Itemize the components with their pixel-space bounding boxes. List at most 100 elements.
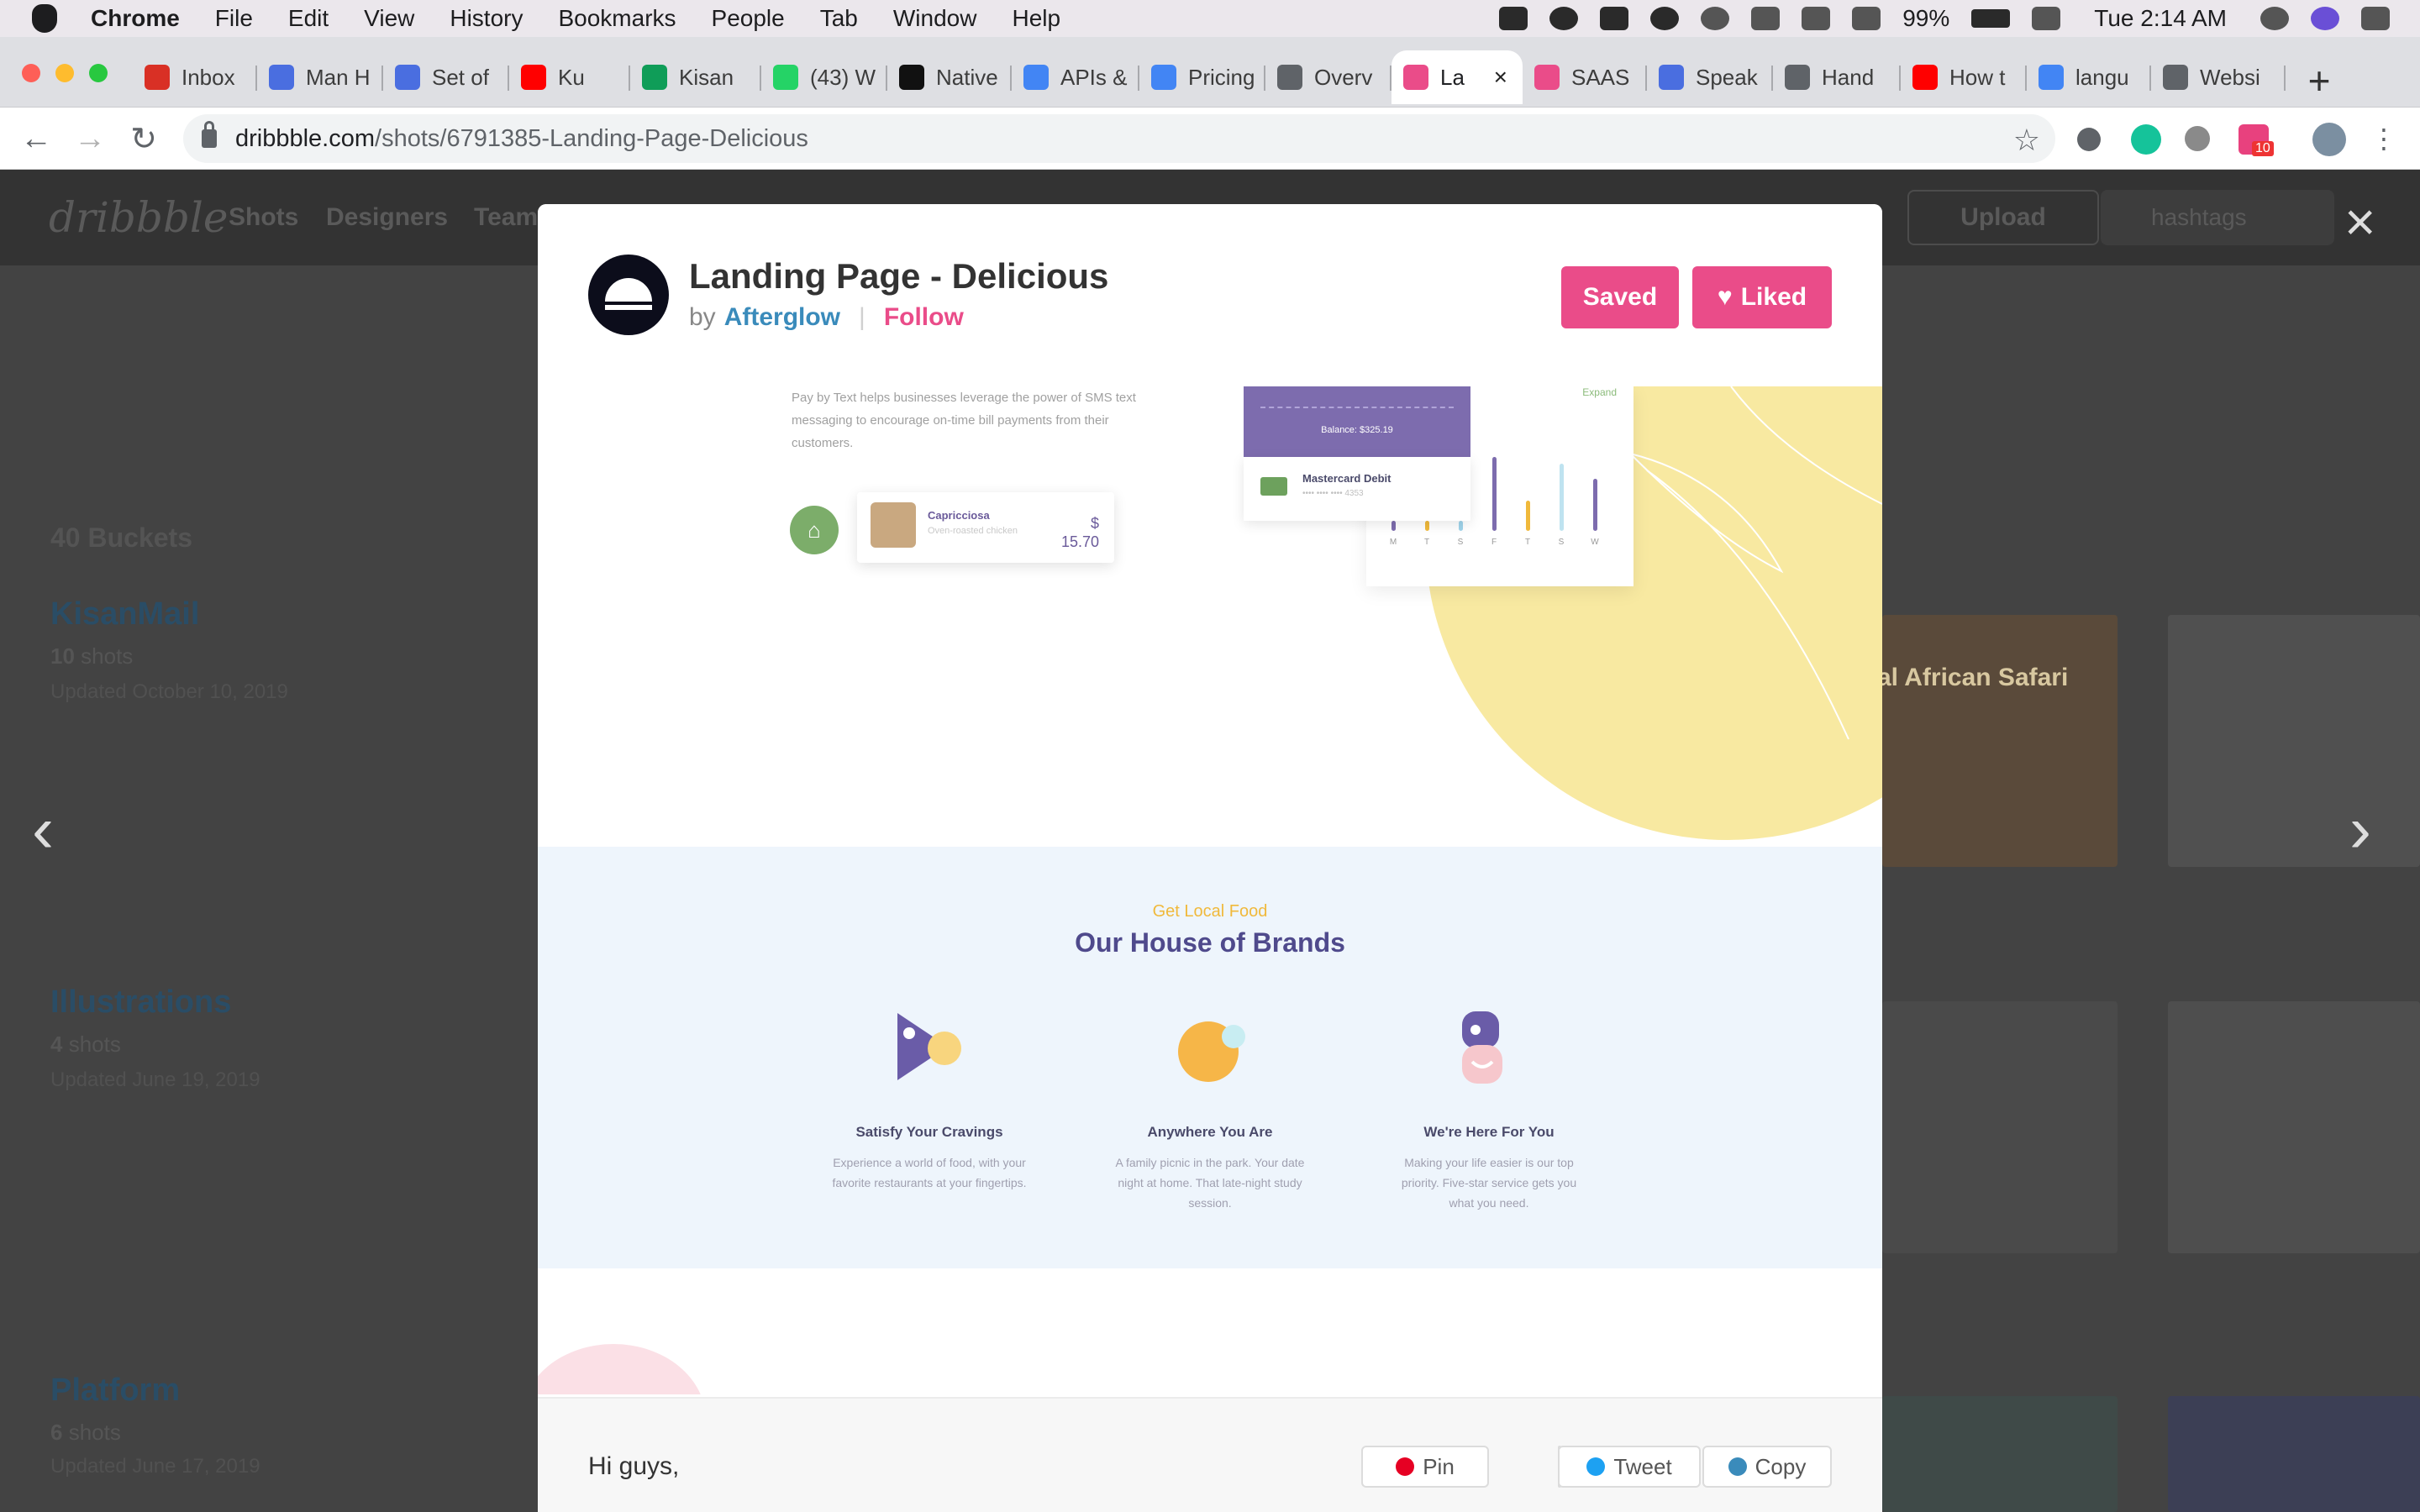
nav-shots[interactable]: Shots	[229, 203, 298, 232]
tab-43-w[interactable]: (43) W	[761, 50, 887, 104]
shot-thumbnail[interactable]	[2168, 1396, 2420, 1512]
tab-la[interactable]: La ×	[1392, 50, 1523, 104]
shot-thumbnail[interactable]	[1882, 1396, 2118, 1512]
more-menu-icon[interactable]: ⋮	[2365, 119, 2403, 158]
battery-icon[interactable]	[1971, 9, 2011, 28]
dish-description: Oven-roasted chicken	[928, 526, 1018, 536]
tab-kisan[interactable]: Kisan	[630, 50, 761, 104]
menu-window[interactable]: Window	[893, 5, 977, 32]
eject-icon[interactable]	[1802, 7, 1831, 30]
menu-edit[interactable]: Edit	[288, 5, 329, 32]
menu-people[interactable]: People	[712, 5, 785, 32]
reload-button[interactable]: ↻	[124, 119, 163, 158]
next-shot-arrow-icon[interactable]: ›	[2349, 791, 2371, 868]
tab-pricing[interactable]: Pricing	[1139, 50, 1265, 104]
window-close-button[interactable]	[22, 64, 40, 82]
tab-overv[interactable]: Overv	[1265, 50, 1392, 104]
profile-avatar[interactable]	[2312, 123, 2346, 156]
menu-file[interactable]: File	[215, 5, 253, 32]
cloud-sync-icon[interactable]	[1701, 7, 1730, 30]
shot-title: Landing Page - Delicious	[689, 256, 1109, 296]
upload-button[interactable]: Upload	[1907, 190, 2099, 245]
tab-langu[interactable]: langu	[2027, 50, 2151, 104]
close-icon[interactable]: ×	[2344, 195, 2375, 249]
menu-help[interactable]: Help	[1012, 5, 1060, 32]
menu-bookmarks[interactable]: Bookmarks	[558, 5, 676, 32]
extension-dark-icon[interactable]	[2077, 128, 2101, 151]
globe-icon	[1785, 65, 1810, 90]
notification-center-icon[interactable]	[2361, 7, 2390, 30]
tab-how-t[interactable]: How t	[1901, 50, 2027, 104]
tab-native[interactable]: Native	[887, 50, 1012, 104]
nav-designers[interactable]: Designers	[326, 203, 448, 232]
menu-view[interactable]: View	[364, 5, 414, 32]
saved-button[interactable]: Saved	[1561, 266, 1679, 328]
tab-inbox[interactable]: Inbox	[133, 50, 257, 104]
previous-shot-arrow-icon[interactable]: ‹	[32, 791, 54, 868]
tab-apis[interactable]: APIs &	[1012, 50, 1139, 104]
pin-button[interactable]: Pin	[1361, 1446, 1489, 1488]
bucket-unit: shots	[68, 1420, 121, 1445]
cloud-upload-icon[interactable]	[1650, 7, 1680, 30]
address-bar[interactable]: dribbble.com/shots/6791385-Landing-Page-…	[183, 114, 2055, 163]
bookmark-star-icon[interactable]: ☆	[2013, 123, 2040, 158]
shot-thumbnail[interactable]	[2168, 1001, 2420, 1253]
tab-title: Kisan	[679, 64, 734, 90]
tab-ku[interactable]: Ku	[509, 50, 630, 104]
window-maximize-button[interactable]	[89, 64, 108, 82]
tab-set-of[interactable]: Set of	[383, 50, 509, 104]
input-menu-icon[interactable]	[2032, 7, 2061, 30]
tab-speak[interactable]: Speak	[1647, 50, 1773, 104]
apple-menu-icon[interactable]	[32, 4, 57, 33]
tab-hand[interactable]: Hand	[1773, 50, 1901, 104]
copy-button[interactable]: Copy	[1702, 1446, 1832, 1488]
lock-icon[interactable]	[202, 121, 217, 148]
camera-icon[interactable]	[1499, 7, 1528, 30]
liked-button[interactable]: ♥ Liked	[1692, 266, 1832, 328]
author-avatar[interactable]	[588, 255, 669, 335]
shot-thumbnail[interactable]: al African Safari	[1877, 615, 2118, 867]
menu-app-name[interactable]: Chrome	[91, 5, 180, 32]
dribbble-logo[interactable]: dribbble	[49, 193, 229, 242]
we-are-here-b-icon	[1462, 1011, 1502, 1084]
battery-percent[interactable]: 99%	[1902, 5, 1949, 32]
grammarly-icon[interactable]	[2131, 124, 2161, 155]
shot-description: Hi guys,	[588, 1452, 680, 1480]
author-link[interactable]: Afterglow	[724, 303, 840, 332]
window-minimize-button[interactable]	[55, 64, 74, 82]
new-tab-button[interactable]: +	[2296, 57, 2343, 104]
chart-bar	[1492, 457, 1497, 531]
tweet-button[interactable]: Tweet	[1558, 1446, 1701, 1488]
tab-websi[interactable]: Websi	[2151, 50, 2286, 104]
follow-button[interactable]: Follow	[884, 303, 964, 332]
bucket-title-platform[interactable]: Platform	[50, 1373, 180, 1409]
volume-icon[interactable]	[1852, 7, 1881, 30]
url-text[interactable]: dribbble.com/shots/6791385-Landing-Page-…	[235, 125, 808, 153]
siri-icon[interactable]	[2311, 7, 2339, 30]
tab-saas[interactable]: SAAS	[1523, 50, 1647, 104]
menu-tab[interactable]: Tab	[820, 5, 858, 32]
tab-close-icon[interactable]: ×	[1494, 64, 1507, 91]
extension-circle-icon[interactable]	[2185, 126, 2210, 151]
bucket-title-kisanmail[interactable]: KisanMail	[50, 596, 199, 633]
dashed-divider	[1260, 407, 1454, 408]
bluetooth-app-icon[interactable]	[1600, 7, 1629, 30]
creative-cloud-icon[interactable]	[1549, 7, 1579, 30]
bucket-title-illustrations[interactable]: Illustrations	[50, 984, 231, 1021]
tab-title: APIs &	[1060, 64, 1128, 90]
reddit-icon	[1659, 65, 1684, 90]
byline-divider: |	[859, 303, 865, 331]
spotlight-search-icon[interactable]	[2260, 7, 2289, 30]
tab-man-h[interactable]: Man H	[257, 50, 383, 104]
shot-thumbnail[interactable]	[2168, 615, 2420, 867]
copy-label: Copy	[1754, 1453, 1807, 1479]
chart-day-label: S	[1558, 538, 1565, 547]
bucket-count: 10	[50, 643, 75, 669]
back-button[interactable]: ←	[17, 119, 55, 158]
forward-button[interactable]: →	[71, 119, 109, 158]
menu-history[interactable]: History	[450, 5, 523, 32]
wifi-icon[interactable]	[1751, 7, 1781, 30]
shot-thumbnail[interactable]	[1882, 1001, 2118, 1253]
search-input[interactable]: hashtags	[2101, 190, 2334, 245]
menu-clock[interactable]: Tue 2:14 AM	[2094, 5, 2227, 32]
